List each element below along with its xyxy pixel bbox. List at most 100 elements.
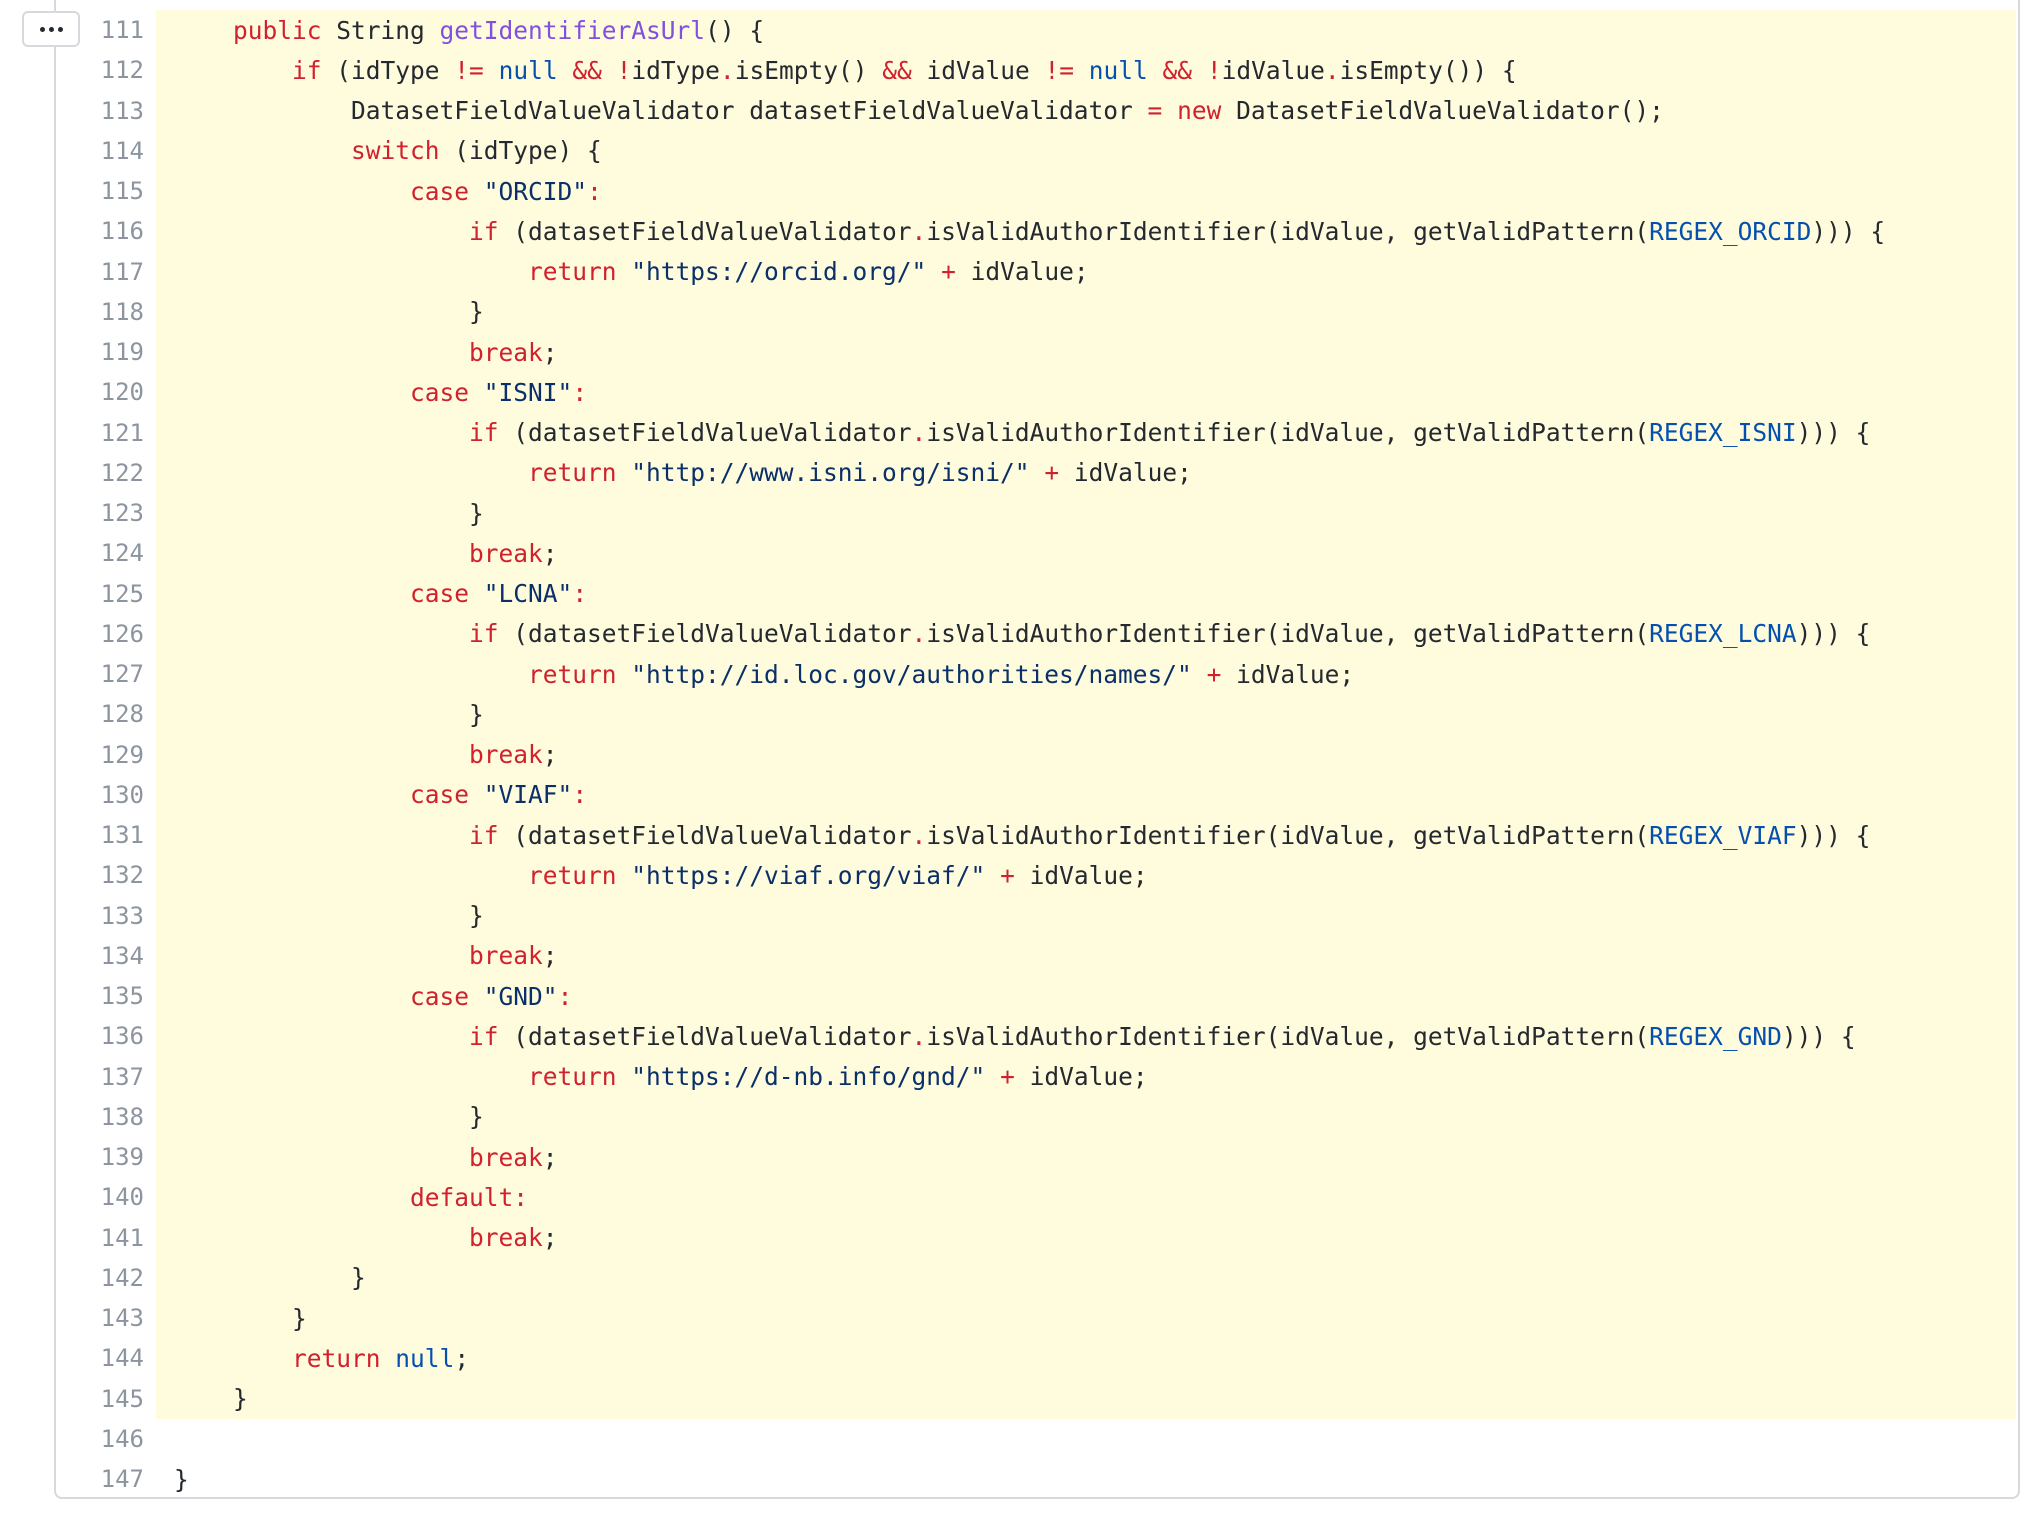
code-token: REGEX_ORCID bbox=[1649, 216, 1812, 246]
line-number[interactable]: 131 bbox=[56, 815, 156, 855]
code-token: + bbox=[1000, 1062, 1015, 1092]
line-code: break; bbox=[156, 935, 2016, 976]
code-token: + bbox=[941, 257, 956, 287]
code-token: "http://id.loc.gov/authorities/names/" bbox=[631, 659, 1192, 689]
code-token: "GND" bbox=[483, 981, 558, 1011]
line-number[interactable]: 137 bbox=[56, 1057, 156, 1097]
line-number[interactable]: 115 bbox=[56, 171, 156, 211]
line-code: } bbox=[156, 1257, 2016, 1298]
code-token: null bbox=[1088, 55, 1148, 85]
line-number[interactable]: 129 bbox=[56, 735, 156, 775]
line-number[interactable]: 118 bbox=[56, 292, 156, 332]
code-token: "http://www.isni.org/isni/" bbox=[631, 458, 1030, 488]
line-number[interactable]: 123 bbox=[56, 493, 156, 533]
code-line: 139 break; bbox=[56, 1137, 2016, 1178]
line-number[interactable]: 125 bbox=[56, 574, 156, 614]
line-number[interactable]: 144 bbox=[56, 1338, 156, 1378]
code-token: ; bbox=[542, 740, 558, 770]
code-line: 137 return "https://d-nb.info/gnd/" + id… bbox=[56, 1056, 2016, 1097]
line-code: break; bbox=[156, 1137, 2016, 1178]
line-number[interactable]: 126 bbox=[56, 614, 156, 654]
line-number[interactable]: 117 bbox=[56, 252, 156, 292]
line-number[interactable]: 140 bbox=[56, 1177, 156, 1217]
code-token: != bbox=[454, 55, 484, 85]
line-number[interactable]: 128 bbox=[56, 694, 156, 734]
line-number[interactable]: 134 bbox=[56, 936, 156, 976]
code-token: case bbox=[410, 176, 470, 206]
line-number[interactable]: 139 bbox=[56, 1137, 156, 1177]
line-number[interactable]: 146 bbox=[56, 1419, 156, 1459]
line-number[interactable]: 116 bbox=[56, 211, 156, 251]
code-token: return bbox=[528, 458, 617, 488]
line-number[interactable]: 113 bbox=[56, 91, 156, 131]
code-token: idValue; bbox=[955, 257, 1089, 287]
code-token: isEmpty()) { bbox=[1339, 55, 1517, 85]
code-line: 115 case "ORCID": bbox=[56, 171, 2016, 212]
code-line: 140 default: bbox=[56, 1177, 2016, 1218]
line-number[interactable]: 114 bbox=[56, 131, 156, 171]
line-code: return "http://id.loc.gov/authorities/na… bbox=[156, 654, 2016, 695]
line-number[interactable]: 127 bbox=[56, 654, 156, 694]
line-number[interactable]: 141 bbox=[56, 1218, 156, 1258]
line-number[interactable]: 121 bbox=[56, 413, 156, 453]
code-token: break bbox=[469, 337, 543, 367]
line-number[interactable]: 112 bbox=[56, 50, 156, 90]
code-line: 133 } bbox=[56, 895, 2016, 936]
line-code: case "LCNA": bbox=[156, 573, 2016, 614]
line-number[interactable]: 130 bbox=[56, 775, 156, 815]
code-token: if bbox=[469, 418, 499, 448]
code-line: 144 return null; bbox=[56, 1338, 2016, 1379]
code-token: . bbox=[911, 1021, 927, 1051]
code-token: REGEX_LCNA bbox=[1649, 619, 1797, 649]
code-token: : bbox=[587, 176, 602, 206]
code-token: } bbox=[174, 297, 484, 327]
code-token: } bbox=[174, 1464, 189, 1494]
code-line: 116 if (datasetFieldValueValidator. isVal… bbox=[56, 211, 2016, 252]
line-code: if (datasetFieldValueValidator. isValidAu… bbox=[156, 412, 2016, 453]
line-code: break; bbox=[156, 734, 2016, 775]
line-number[interactable]: 136 bbox=[56, 1016, 156, 1056]
line-number[interactable]: 132 bbox=[56, 855, 156, 895]
line-number[interactable]: 147 bbox=[56, 1459, 156, 1499]
line-code: if (datasetFieldValueValidator. isValidAu… bbox=[156, 613, 2016, 654]
line-code: DatasetFieldValueValidator datasetFieldV… bbox=[156, 90, 2016, 131]
code-token: ; bbox=[542, 1142, 558, 1172]
code-token: "ORCID" bbox=[483, 176, 588, 206]
line-number[interactable]: 120 bbox=[56, 372, 156, 412]
line-number[interactable]: 122 bbox=[56, 453, 156, 493]
code-token: if bbox=[469, 1021, 499, 1051]
code-token: (idType) { bbox=[439, 136, 602, 166]
line-code: case "ISNI": bbox=[156, 372, 2016, 413]
code-token: new bbox=[1177, 96, 1222, 126]
code-token: "LCNA" bbox=[483, 579, 573, 609]
code-line: 143 } bbox=[56, 1298, 2016, 1339]
line-number[interactable]: 133 bbox=[56, 896, 156, 936]
code-line: 118 } bbox=[56, 291, 2016, 332]
line-number[interactable]: 119 bbox=[56, 332, 156, 372]
line-number[interactable]: 145 bbox=[56, 1379, 156, 1419]
code-line: 113 DatasetFieldValueValidator datasetFi… bbox=[56, 90, 2016, 131]
line-number[interactable]: 142 bbox=[56, 1258, 156, 1298]
code-token: = bbox=[1147, 96, 1163, 126]
code-token: : bbox=[572, 780, 588, 810]
line-number[interactable]: 124 bbox=[56, 533, 156, 573]
line-number[interactable]: 111 bbox=[56, 10, 156, 50]
line-number[interactable]: 143 bbox=[56, 1298, 156, 1338]
line-number[interactable]: 138 bbox=[56, 1097, 156, 1137]
code-token: . bbox=[911, 418, 927, 448]
line-number[interactable]: 135 bbox=[56, 976, 156, 1016]
code-line: 147} bbox=[56, 1459, 2016, 1499]
line-code: return "https://viaf.org/viaf/" + idValu… bbox=[156, 855, 2016, 896]
code-token: case bbox=[410, 579, 470, 609]
